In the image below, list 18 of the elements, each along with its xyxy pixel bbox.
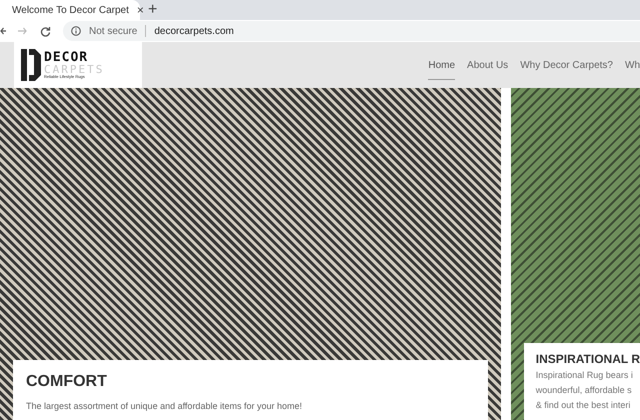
nav-link[interactable]: Wh	[625, 58, 640, 80]
slide-title: INSPIRATIONAL R	[536, 353, 640, 365]
security-label: Not secure	[89, 24, 138, 38]
new-tab-button[interactable]: +	[148, 2, 158, 18]
slide-title: COMFORT	[26, 374, 108, 390]
reload-icon[interactable]	[40, 26, 51, 36]
url-text: decorcarpets.com	[154, 24, 234, 38]
slide-description: The largest assortment of unique and affordable items for your home!	[26, 400, 303, 413]
tab-title: Welcome To Decor Carpet	[12, 4, 129, 18]
nav-link[interactable]: Why Decor Carpets?	[520, 58, 613, 80]
nav-link[interactable]: About Us	[467, 58, 508, 80]
nav-link[interactable]: Home	[428, 58, 456, 80]
slide-description: Inspirational Rug bears i wounderful, affordable s & find out the best interi	[536, 369, 634, 412]
info-icon	[71, 26, 81, 36]
address-bar[interactable]: Not secure decorcarpets.com	[63, 21, 640, 41]
logo-mark-icon	[20, 47, 42, 83]
back-icon[interactable]	[0, 26, 6, 36]
logo-text: DECOR	[44, 51, 88, 64]
